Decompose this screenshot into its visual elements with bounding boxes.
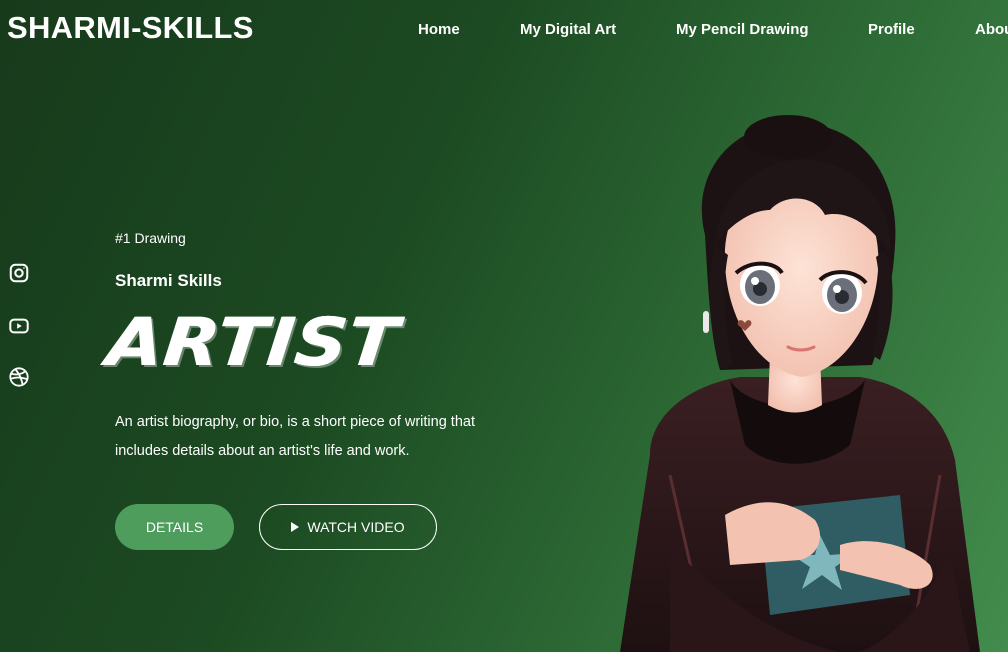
- youtube-icon[interactable]: [8, 315, 30, 337]
- character-illustration: [620, 115, 980, 652]
- watch-video-label: WATCH VIDEO: [307, 519, 405, 535]
- hero-bio: An artist biography, or bio, is a short …: [115, 408, 535, 466]
- nav-profile[interactable]: Profile: [868, 21, 915, 38]
- dribbble-icon[interactable]: [8, 366, 30, 388]
- details-button-label: DETAILS: [145, 519, 204, 535]
- hero-name: Sharmi Skills: [115, 271, 222, 290]
- bio-line: includes details about an artist's life …: [115, 443, 410, 459]
- main-nav: Home My Digital Art My Pencil Drawing Pr…: [0, 21, 1008, 41]
- instagram-icon[interactable]: [8, 262, 30, 284]
- hero-headline: ARTIST: [103, 303, 403, 381]
- nav-my-pencil-drawing[interactable]: My Pencil Drawing: [676, 21, 809, 38]
- nav-about[interactable]: About: [975, 21, 1008, 38]
- details-button[interactable]: DETAILS: [115, 504, 234, 550]
- hero-tag: #1 Drawing: [115, 230, 186, 246]
- nav-home[interactable]: Home: [418, 21, 460, 38]
- watch-video-button[interactable]: WATCH VIDEO: [259, 504, 437, 550]
- bio-line: An artist biography, or bio, is a short …: [115, 414, 475, 430]
- play-icon: [291, 522, 300, 532]
- nav-my-digital-art[interactable]: My Digital Art: [520, 21, 616, 38]
